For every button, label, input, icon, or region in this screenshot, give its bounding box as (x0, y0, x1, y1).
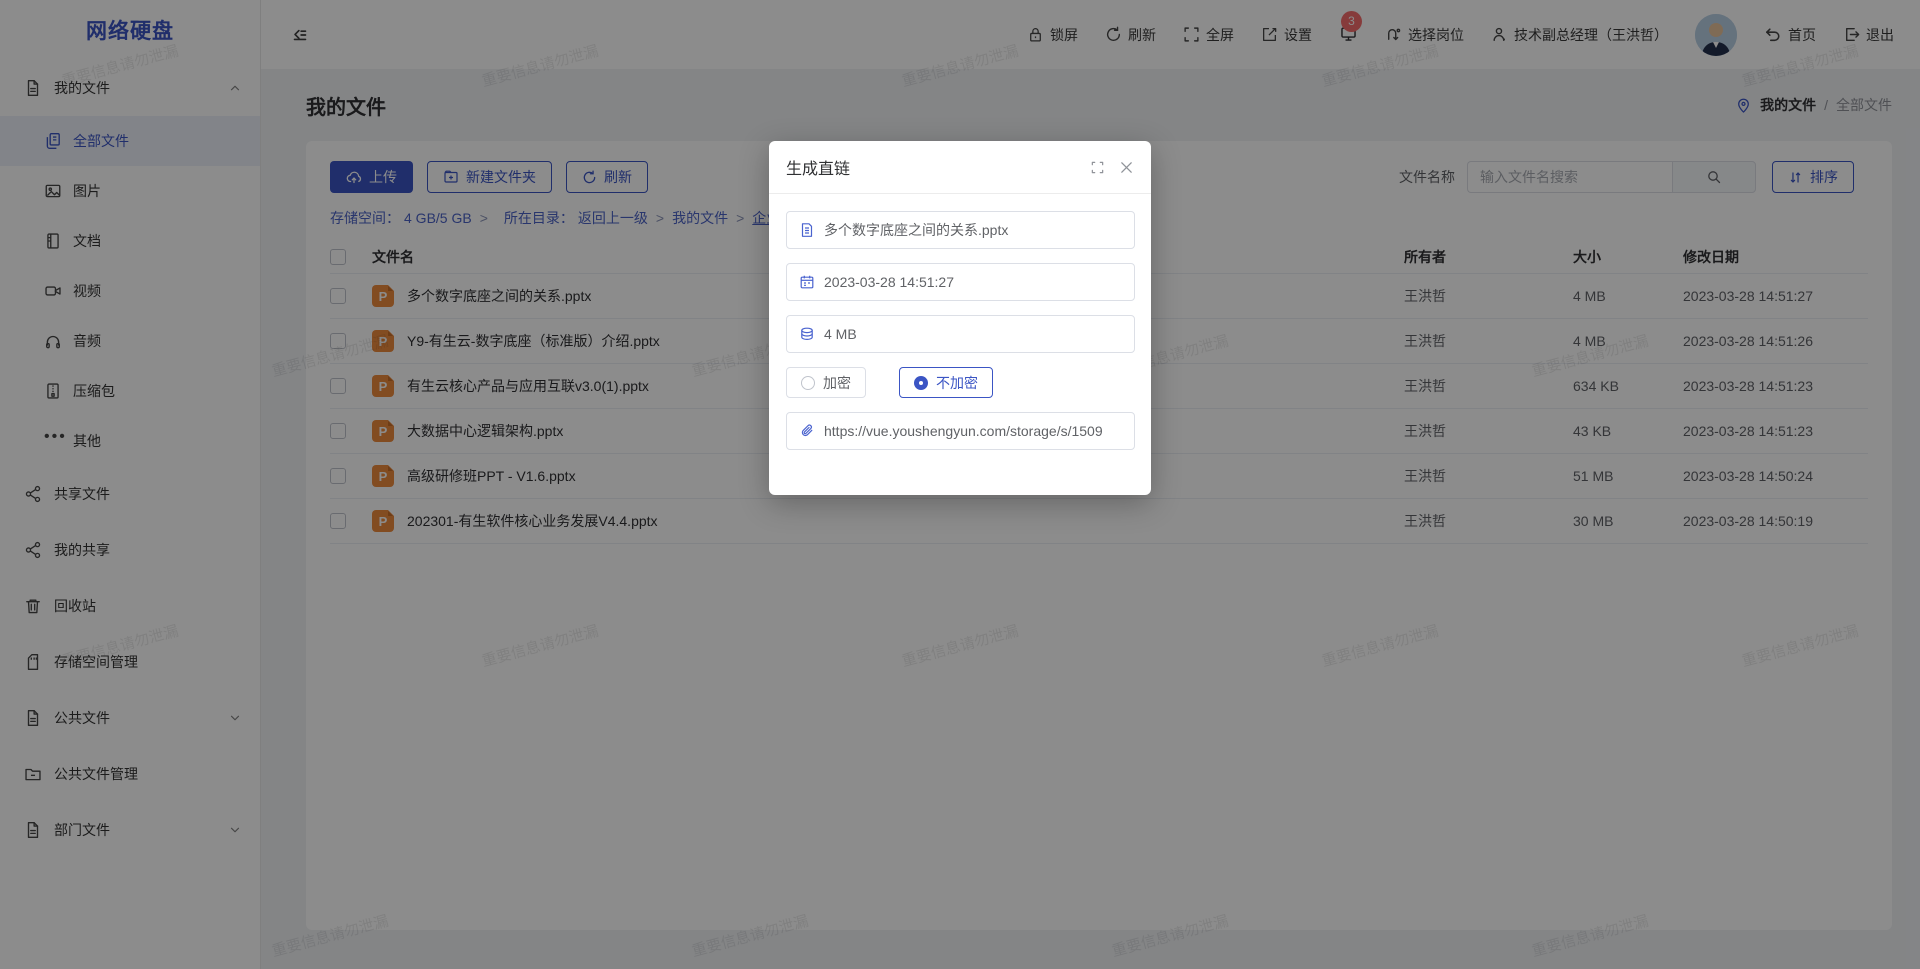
file-time-field (786, 263, 1135, 301)
file-text-icon (799, 222, 815, 238)
app: 网络硬盘 我的文件 全部文件 图片 文档 (0, 0, 1920, 969)
maximize-icon[interactable] (1090, 160, 1105, 175)
encrypt-radio-label: 加密 (823, 373, 851, 393)
dialog-title: 生成直链 (786, 155, 850, 179)
direct-link-field (786, 412, 1135, 450)
no-encrypt-radio[interactable]: 不加密 (899, 367, 993, 398)
radio-icon (801, 376, 815, 390)
paperclip-icon (799, 423, 815, 439)
file-size-field (786, 315, 1135, 353)
no-encrypt-radio-label: 不加密 (936, 373, 978, 393)
calendar-icon (799, 274, 815, 290)
file-name-field (786, 211, 1135, 249)
link-file-time-input[interactable] (824, 274, 1122, 290)
link-file-size-input[interactable] (824, 326, 1122, 342)
database-icon (799, 326, 815, 342)
radio-icon (914, 376, 928, 390)
close-icon[interactable] (1119, 160, 1134, 175)
link-file-name-input[interactable] (824, 222, 1122, 238)
encrypt-radio-group: 加密 不加密 (786, 367, 1135, 398)
direct-link-input[interactable] (824, 423, 1122, 439)
generate-link-dialog: 生成直链 (769, 141, 1151, 495)
encrypt-radio[interactable]: 加密 (786, 367, 866, 398)
